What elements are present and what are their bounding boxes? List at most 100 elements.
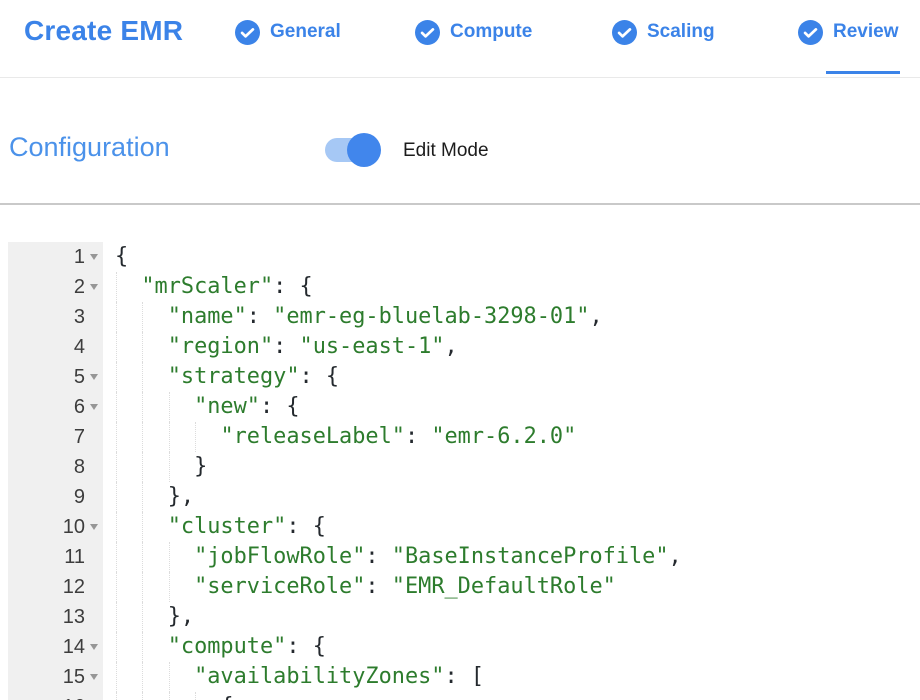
fold-arrow-icon[interactable]	[85, 374, 103, 380]
step-label: General	[270, 21, 341, 43]
editor-gutter: 12345678910111213141516	[8, 242, 103, 700]
edit-mode-label: Edit Mode	[403, 140, 489, 162]
indent-guide	[142, 512, 143, 542]
active-tab-underline	[826, 71, 900, 74]
code-line[interactable]: "new": {	[103, 392, 920, 422]
page-title: Create EMR	[24, 15, 183, 47]
line-number: 4	[74, 336, 85, 359]
indent-guide	[116, 572, 117, 602]
indent-guide	[116, 692, 117, 700]
line-number: 16	[63, 696, 85, 700]
indent-guide	[116, 272, 117, 302]
indent-guide	[195, 422, 196, 452]
step-tab-review[interactable]: Review	[798, 19, 898, 45]
indent-guide	[142, 392, 143, 422]
fold-arrow-icon[interactable]	[85, 674, 103, 680]
gutter-row: 13	[8, 602, 103, 632]
line-number: 1	[74, 246, 85, 269]
indent-guide	[142, 302, 143, 332]
indent-guide	[169, 572, 170, 602]
code-line[interactable]: "mrScaler": {	[103, 272, 920, 302]
line-number: 13	[63, 606, 85, 629]
indent-guide	[169, 422, 170, 452]
edit-mode-toggle[interactable]	[325, 138, 379, 162]
line-number: 15	[63, 666, 85, 689]
fold-arrow-icon[interactable]	[85, 254, 103, 260]
check-circle-icon	[415, 20, 440, 45]
step-tab-compute[interactable]: Compute	[415, 19, 532, 45]
indent-guide	[116, 452, 117, 482]
gutter-row: 9	[8, 482, 103, 512]
indent-guide	[116, 332, 117, 362]
indent-guide	[116, 602, 117, 632]
code-line[interactable]: "cluster": {	[103, 512, 920, 542]
check-circle-icon	[612, 20, 637, 45]
code-line[interactable]: "strategy": {	[103, 362, 920, 392]
indent-guide	[169, 692, 170, 700]
gutter-row: 16	[8, 692, 103, 700]
indent-guide	[142, 692, 143, 700]
fold-arrow-icon[interactable]	[85, 524, 103, 530]
indent-guide	[116, 362, 117, 392]
indent-guide	[116, 422, 117, 452]
indent-guide	[142, 662, 143, 692]
code-line[interactable]: {	[103, 692, 920, 700]
step-tab-scaling[interactable]: Scaling	[612, 19, 715, 45]
indent-guide	[142, 542, 143, 572]
line-number: 9	[74, 486, 85, 509]
editor-content[interactable]: { "mrScaler": { "name": "emr-eg-bluelab-…	[103, 242, 920, 700]
step-label: Scaling	[647, 21, 715, 43]
gutter-row: 7	[8, 422, 103, 452]
gutter-row: 12	[8, 572, 103, 602]
section-divider	[0, 203, 920, 205]
indent-guide	[142, 632, 143, 662]
line-number: 6	[74, 396, 85, 419]
indent-guide	[116, 542, 117, 572]
check-circle-icon	[798, 20, 823, 45]
fold-arrow-icon[interactable]	[85, 404, 103, 410]
section-title-configuration: Configuration	[9, 132, 170, 163]
line-number: 2	[74, 276, 85, 299]
step-label: Review	[833, 21, 898, 43]
step-tab-general[interactable]: General	[235, 19, 341, 45]
indent-guide	[142, 422, 143, 452]
toggle-knob[interactable]	[347, 133, 381, 167]
code-line[interactable]: "jobFlowRole": "BaseInstanceProfile",	[103, 542, 920, 572]
fold-arrow-icon[interactable]	[85, 644, 103, 650]
code-line[interactable]: "name": "emr-eg-bluelab-3298-01",	[103, 302, 920, 332]
gutter-row: 2	[8, 272, 103, 302]
code-line[interactable]: {	[103, 242, 920, 272]
indent-guide	[116, 302, 117, 332]
check-circle-icon	[235, 20, 260, 45]
indent-guide	[116, 662, 117, 692]
json-editor[interactable]: 12345678910111213141516 { "mrScaler": { …	[8, 242, 920, 700]
line-number: 8	[74, 456, 85, 479]
code-line[interactable]: "compute": {	[103, 632, 920, 662]
step-label: Compute	[450, 21, 532, 43]
wizard-header: Create EMR General Compute Scaling Revie…	[0, 0, 920, 78]
indent-guide	[142, 482, 143, 512]
code-line[interactable]: },	[103, 602, 920, 632]
indent-guide	[142, 602, 143, 632]
indent-guide	[169, 662, 170, 692]
fold-arrow-icon[interactable]	[85, 284, 103, 290]
code-line[interactable]: }	[103, 452, 920, 482]
indent-guide	[116, 482, 117, 512]
code-line[interactable]: "serviceRole": "EMR_DefaultRole"	[103, 572, 920, 602]
code-line[interactable]: },	[103, 482, 920, 512]
indent-guide	[116, 392, 117, 422]
indent-guide	[169, 392, 170, 422]
gutter-row: 8	[8, 452, 103, 482]
line-number: 14	[63, 636, 85, 659]
gutter-row: 15	[8, 662, 103, 692]
line-number: 10	[63, 516, 85, 539]
indent-guide	[116, 512, 117, 542]
indent-guide	[195, 692, 196, 700]
line-number: 11	[64, 546, 85, 569]
gutter-row: 10	[8, 512, 103, 542]
code-line[interactable]: "releaseLabel": "emr-6.2.0"	[103, 422, 920, 452]
code-line[interactable]: "availabilityZones": [	[103, 662, 920, 692]
code-line[interactable]: "region": "us-east-1",	[103, 332, 920, 362]
gutter-row: 14	[8, 632, 103, 662]
indent-guide	[142, 452, 143, 482]
